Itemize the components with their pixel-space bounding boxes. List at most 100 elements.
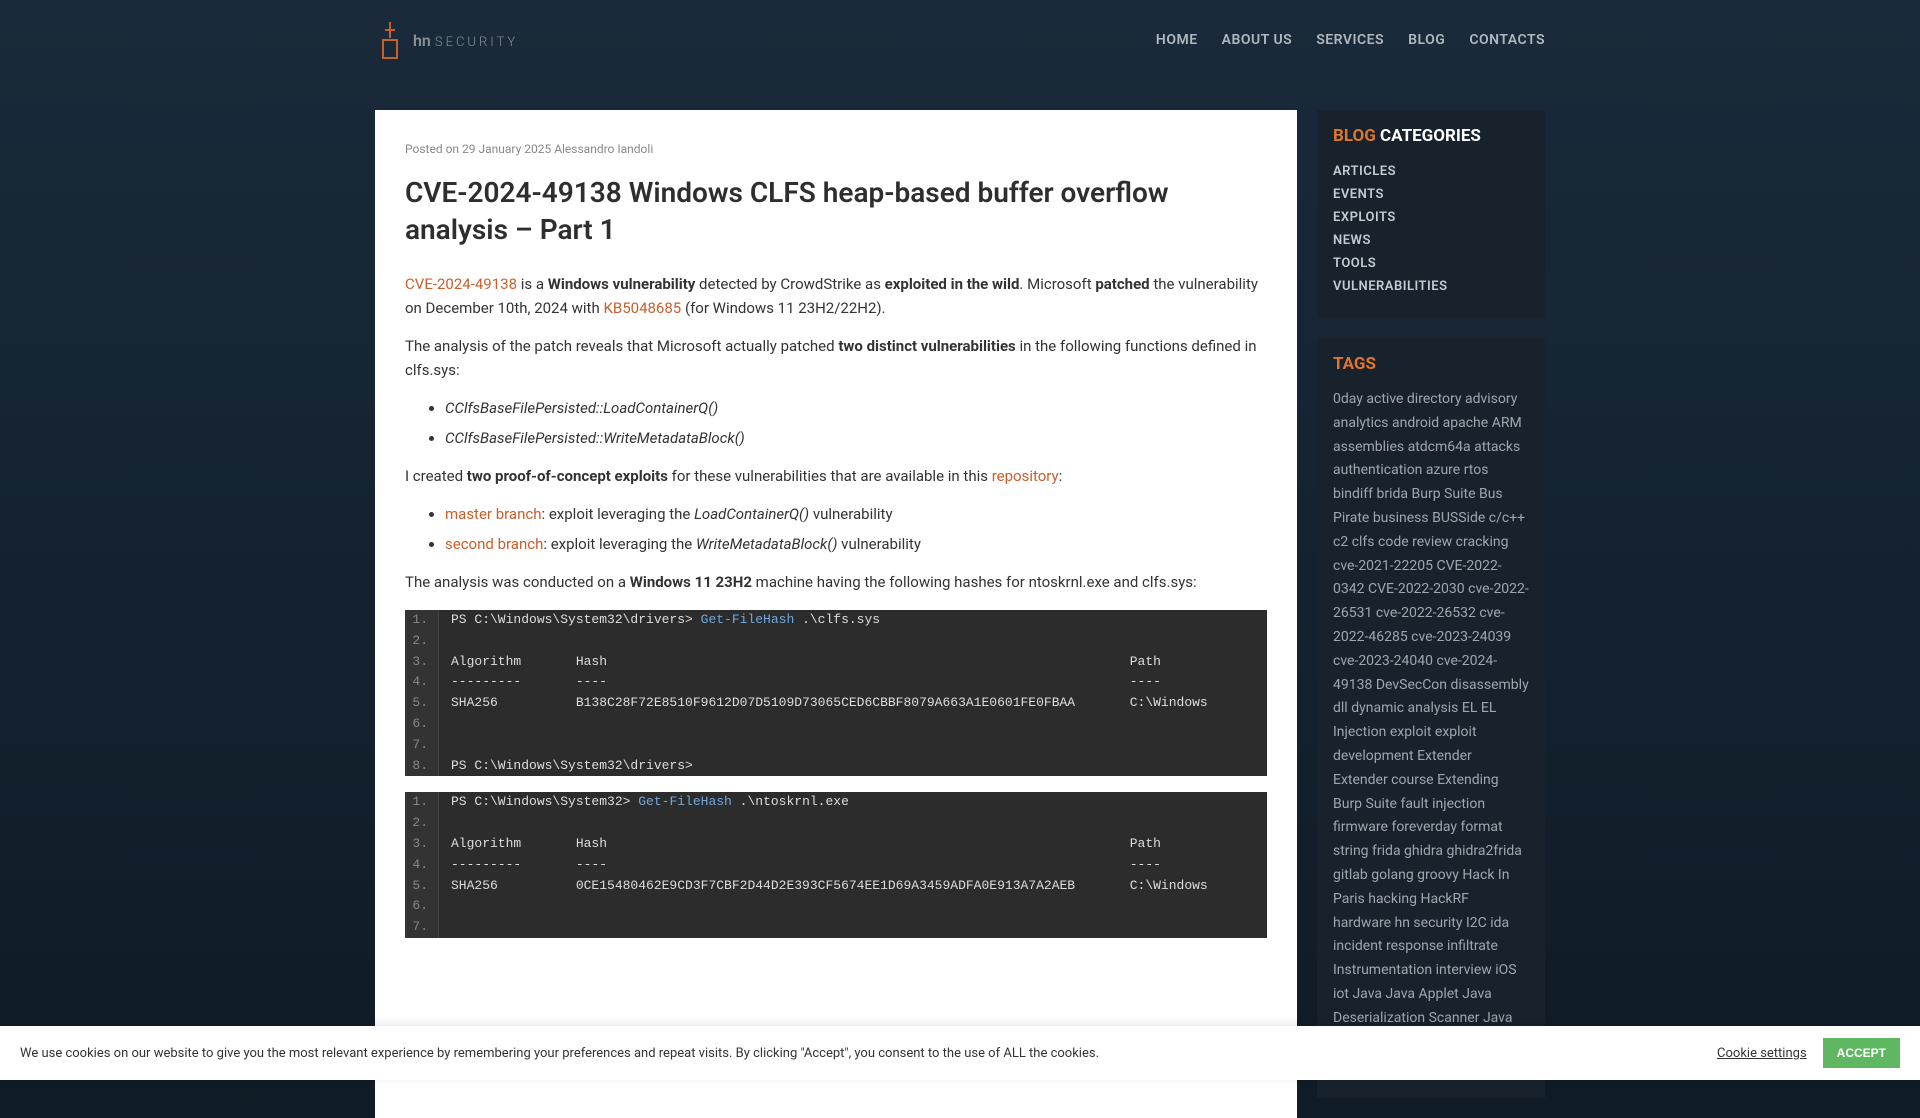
tag-item[interactable]: clfs (1352, 534, 1375, 550)
tag-item[interactable]: firmware (1333, 819, 1388, 835)
tags-title: TAGS (1333, 354, 1529, 374)
tag-item[interactable]: ghidra (1404, 843, 1443, 859)
tag-item[interactable]: cracking (1456, 534, 1509, 550)
tag-item[interactable]: ghidra2frida (1447, 843, 1522, 859)
tag-item[interactable]: cve-2021-22205 (1333, 558, 1433, 574)
tag-item[interactable]: c/c++ (1489, 510, 1525, 526)
nav-contacts[interactable]: CONTACTS (1469, 32, 1545, 48)
category-item[interactable]: EVENTS (1333, 183, 1529, 206)
cookie-text: We use cookies on our website to give yo… (20, 1046, 1099, 1061)
nav-services[interactable]: SERVICES (1316, 32, 1384, 48)
tag-item[interactable]: apache (1443, 415, 1489, 431)
tag-item[interactable]: ida (1490, 915, 1509, 931)
tag-item[interactable]: hacking (1368, 891, 1417, 907)
tag-item[interactable]: groovy (1417, 867, 1459, 883)
tag-item[interactable]: frida (1372, 843, 1401, 859)
tag-item[interactable]: advisory (1465, 391, 1517, 407)
tag-item[interactable]: Java Applet (1385, 986, 1458, 1002)
tag-item[interactable]: hardware (1333, 915, 1391, 931)
article: Posted on 29 January 2025 Alessandro Ian… (375, 110, 1297, 1118)
list-item: CClfsBaseFilePersisted::WriteMetadataBlo… (445, 426, 1267, 450)
tag-item[interactable]: bindiff (1333, 486, 1373, 502)
link-repo[interactable]: repository (992, 467, 1059, 485)
tag-item[interactable]: dynamic analysis (1351, 700, 1458, 716)
logo[interactable]: hnSECURITY (375, 20, 518, 60)
tag-item[interactable]: active directory (1366, 391, 1461, 407)
tag-item[interactable]: azure rtos (1426, 462, 1489, 478)
list-item: CClfsBaseFilePersisted::LoadContainerQ() (445, 396, 1267, 420)
link-kb[interactable]: KB5048685 (603, 299, 681, 317)
tag-item[interactable]: iot (1333, 986, 1349, 1002)
tag-item[interactable]: analytics (1333, 415, 1389, 431)
categories-box: BLOG CATEGORIES ARTICLESEVENTSEXPLOITSNE… (1317, 110, 1545, 318)
list-item: second branch: exploit leveraging the Wr… (445, 532, 1267, 556)
tag-item[interactable]: c2 (1333, 534, 1348, 550)
post-title: CVE-2024-49138 Windows CLFS heap-based b… (405, 175, 1267, 248)
tag-item[interactable]: 0day (1333, 391, 1363, 407)
list-item: master branch: exploit leveraging the Lo… (445, 502, 1267, 526)
tag-item[interactable]: cve-2023-24040 (1333, 653, 1433, 669)
tag-item[interactable]: business (1373, 510, 1429, 526)
nav-blog[interactable]: BLOG (1408, 32, 1445, 48)
tag-item[interactable]: interview (1436, 962, 1492, 978)
cookie-banner: We use cookies on our website to give yo… (0, 1026, 1920, 1080)
tag-item[interactable]: assemblies (1333, 439, 1404, 455)
tag-item[interactable]: cve-2022-26532 (1376, 605, 1476, 621)
tag-item[interactable]: BUSSide (1432, 510, 1485, 526)
tag-item[interactable]: ARM (1492, 415, 1522, 431)
sidebar: BLOG CATEGORIES ARTICLESEVENTSEXPLOITSNE… (1317, 110, 1545, 1118)
logo-icon (375, 20, 405, 60)
tag-item[interactable]: brida (1377, 486, 1409, 502)
tag-item[interactable]: atdcm64a (1408, 439, 1471, 455)
tag-item[interactable]: golang (1371, 867, 1413, 883)
logo-text: SECURITY (435, 35, 518, 50)
tag-item[interactable]: disassembly (1451, 677, 1529, 693)
paragraph-2: The analysis of the patch reveals that M… (405, 334, 1267, 382)
category-item[interactable]: TOOLS (1333, 252, 1529, 275)
category-item[interactable]: ARTICLES (1333, 160, 1529, 183)
site-header: hnSECURITY HOME ABOUT US SERVICES BLOG C… (375, 0, 1545, 80)
tag-item[interactable]: hn security (1395, 915, 1463, 931)
tag-item[interactable]: incident response (1333, 938, 1443, 954)
tag-item[interactable]: EL (1462, 700, 1478, 716)
tag-item[interactable]: fault injection (1400, 796, 1485, 812)
tag-item[interactable]: attacks (1474, 439, 1520, 455)
tag-item[interactable]: CVE-2022-2030 (1368, 581, 1465, 597)
tag-item[interactable]: Java (1352, 986, 1382, 1002)
tag-item[interactable]: Extender course (1333, 772, 1434, 788)
cookie-settings-link[interactable]: Cookie settings (1717, 1046, 1807, 1061)
tag-item[interactable]: foreverday (1391, 819, 1457, 835)
tag-item[interactable]: HackRF (1420, 891, 1468, 907)
post-author: Alessandro Iandoli (554, 142, 653, 156)
tags-box: TAGS 0day active directory advisory anal… (1317, 338, 1545, 1098)
link-master-branch[interactable]: master branch (445, 505, 542, 523)
tag-item[interactable]: cve-2023-24039 (1411, 629, 1511, 645)
tag-item[interactable]: exploit (1390, 724, 1432, 740)
accept-button[interactable]: ACCEPT (1823, 1038, 1900, 1068)
tag-item[interactable]: I2C (1466, 915, 1487, 931)
categories-title: BLOG CATEGORIES (1333, 126, 1529, 146)
category-item[interactable]: EXPLOITS (1333, 206, 1529, 229)
tag-item[interactable]: code review (1378, 534, 1452, 550)
tag-item[interactable]: iOS (1495, 962, 1516, 978)
category-item[interactable]: VULNERABILITIES (1333, 275, 1529, 298)
nav-about[interactable]: ABOUT US (1222, 32, 1293, 48)
paragraph-3: I created two proof-of-concept exploits … (405, 464, 1267, 488)
tag-item[interactable]: authentication (1333, 462, 1422, 478)
tag-item[interactable]: Instrumentation (1333, 962, 1432, 978)
link-second-branch[interactable]: second branch (445, 535, 543, 553)
branch-list: master branch: exploit leveraging the Lo… (425, 502, 1267, 556)
tag-item[interactable]: android (1392, 415, 1439, 431)
main-nav: HOME ABOUT US SERVICES BLOG CONTACTS (1156, 32, 1545, 48)
tag-item[interactable]: DevSecCon (1376, 677, 1447, 693)
tag-item[interactable]: Burp Suite (1412, 486, 1476, 502)
nav-home[interactable]: HOME (1156, 32, 1198, 48)
tag-item[interactable]: Extender (1417, 748, 1472, 764)
tag-item[interactable]: infiltrate (1447, 938, 1498, 954)
tag-item[interactable]: gitlab (1333, 867, 1368, 883)
tag-item[interactable]: dll (1333, 700, 1348, 716)
code-block-2: 1.PS C:\Windows\System32> Get-FileHash .… (405, 792, 1267, 938)
function-list: CClfsBaseFilePersisted::LoadContainerQ()… (425, 396, 1267, 450)
category-item[interactable]: NEWS (1333, 229, 1529, 252)
link-cve[interactable]: CVE-2024-49138 (405, 275, 517, 293)
